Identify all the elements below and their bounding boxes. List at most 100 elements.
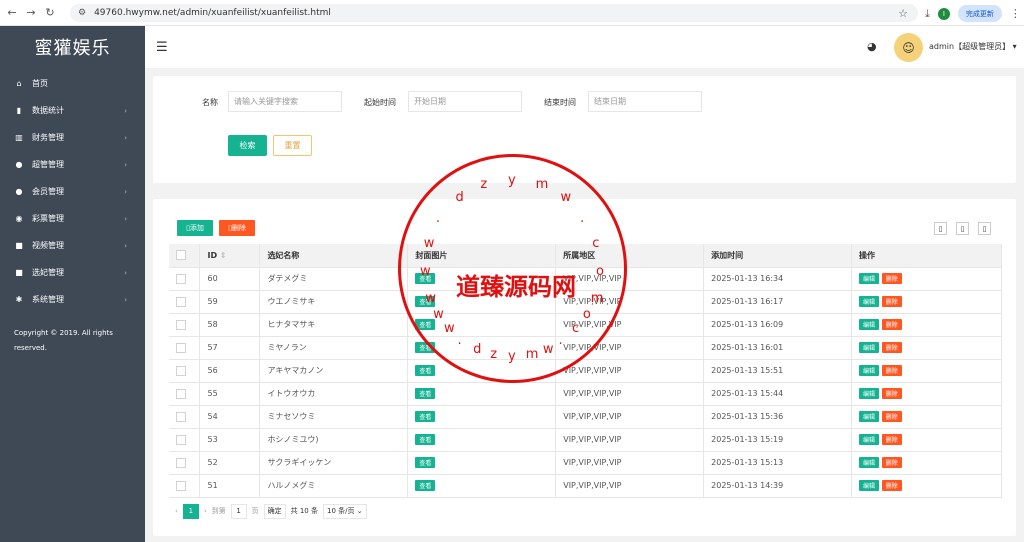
delete-button[interactable]: 删除 (881, 273, 902, 284)
row-checkbox[interactable] (176, 388, 186, 399)
row-checkbox[interactable] (176, 480, 186, 491)
delete-button[interactable]: 删除 (881, 388, 902, 399)
edit-button[interactable]: 编辑 (859, 480, 880, 491)
chevron-right-icon: › (124, 241, 127, 250)
sidebar-item-4[interactable]: ● 会员管理 › (0, 178, 145, 205)
edit-button[interactable]: 编辑 (859, 457, 880, 468)
row-select-cell[interactable] (169, 428, 201, 452)
row-select-cell[interactable] (169, 313, 201, 337)
header-id[interactable]: ID ⇕ (199, 244, 261, 268)
batch-delete-button[interactable]: ▯ 删除 (219, 220, 255, 236)
user-menu[interactable]: admin【超级管理员】 ▾ (929, 41, 1017, 52)
page-current[interactable]: 1 (182, 503, 199, 519)
sort-icon[interactable]: ⇕ (220, 251, 227, 260)
row-region: VIP,VIP,VIP,VIP (555, 382, 705, 406)
edit-button[interactable]: 编辑 (859, 296, 880, 307)
reload-icon[interactable]: ↻ (43, 6, 57, 20)
row-select-cell[interactable] (169, 267, 201, 291)
row-select-cell[interactable] (169, 474, 201, 498)
row-time: 2025-01-13 15:44 (703, 382, 853, 406)
row-checkbox[interactable] (176, 365, 186, 376)
profile-avatar[interactable]: I (937, 7, 950, 20)
row-checkbox[interactable] (176, 319, 186, 330)
row-select-cell[interactable] (169, 336, 201, 360)
page-size-select[interactable]: 10 条/页 ⌄ (322, 503, 367, 519)
delete-button[interactable]: 删除 (881, 296, 902, 307)
site-info-icon[interactable]: ⚙ (78, 8, 86, 18)
row-select-cell[interactable] (169, 451, 201, 475)
row-checkbox[interactable] (176, 434, 186, 445)
edit-button[interactable]: 编辑 (859, 411, 880, 422)
delete-button[interactable]: 删除 (881, 342, 902, 353)
edit-button[interactable]: 编辑 (859, 434, 880, 445)
download-icon[interactable]: ⤓ (925, 7, 930, 21)
row-checkbox[interactable] (176, 273, 186, 284)
row-select-cell[interactable] (169, 359, 201, 383)
view-cover-button[interactable]: 查看 (415, 296, 436, 307)
edit-button[interactable]: 编辑 (859, 273, 880, 284)
delete-button[interactable]: 删除 (881, 411, 902, 422)
prev-page-icon[interactable]: ‹ (175, 507, 178, 515)
add-button[interactable]: ▯ 添加 (177, 220, 213, 236)
print-icon[interactable]: ▯ (978, 222, 991, 235)
bookmark-star-icon[interactable]: ☆ (898, 7, 908, 20)
sidebar-item-0[interactable]: ⌂ 首页 (0, 70, 145, 97)
edit-button[interactable]: 编辑 (859, 388, 880, 399)
edit-button[interactable]: 编辑 (859, 342, 880, 353)
start-date-input[interactable]: 开始日期 (408, 91, 522, 112)
confirm-button[interactable]: 确定 (263, 503, 286, 519)
update-button[interactable]: 完成更新 (957, 5, 1002, 22)
edit-button[interactable]: 编辑 (859, 365, 880, 376)
sidebar-item-7[interactable]: ■ 选妃管理 › (0, 259, 145, 286)
view-cover-button[interactable]: 查看 (415, 434, 436, 445)
view-cover-button[interactable]: 查看 (415, 457, 436, 468)
theme-palette-icon[interactable]: ◕ (867, 40, 877, 53)
row-checkbox[interactable] (176, 457, 186, 468)
view-cover-button[interactable]: 查看 (415, 411, 436, 422)
sidebar-item-5[interactable]: ◉ 彩票管理 › (0, 205, 145, 232)
row-time: 2025-01-13 16:34 (703, 267, 853, 291)
sidebar-item-8[interactable]: ✱ 系统管理 › (0, 286, 145, 313)
sidebar-item-3[interactable]: ● 超管管理 › (0, 151, 145, 178)
sidebar-item-1[interactable]: ▮ 数据统计 › (0, 97, 145, 124)
delete-button[interactable]: 删除 (881, 480, 902, 491)
browser-menu-icon[interactable]: ⋮ (1010, 7, 1021, 20)
row-checkbox[interactable] (176, 296, 186, 307)
avatar[interactable]: ☺ (894, 33, 923, 62)
search-button[interactable]: 检索 (228, 135, 267, 156)
view-cover-button[interactable]: 查看 (415, 388, 436, 399)
name-input[interactable]: 请输入关键字搜索 (228, 91, 342, 112)
row-select-cell[interactable] (169, 405, 201, 429)
delete-button[interactable]: 删除 (881, 319, 902, 330)
address-bar[interactable]: ⚙ 49760.hwymw.net/admin/xuanfeilist/xuan… (70, 4, 918, 22)
delete-button[interactable]: 删除 (881, 457, 902, 468)
reset-button[interactable]: 重置 (273, 135, 312, 156)
row-checkbox[interactable] (176, 411, 186, 422)
columns-filter-icon[interactable]: ▯ (934, 222, 947, 235)
view-cover-button[interactable]: 查看 (415, 480, 436, 491)
menu-toggle-icon[interactable]: ☰ (156, 40, 168, 55)
sidebar-item-2[interactable]: ▥ 财务管理 › (0, 124, 145, 151)
back-icon[interactable]: ← (5, 6, 19, 20)
row-select-cell[interactable] (169, 382, 201, 406)
sidebar-item-6[interactable]: ■ 视频管理 › (0, 232, 145, 259)
next-page-icon[interactable]: › (204, 507, 207, 515)
row-id: 59 (199, 290, 261, 314)
select-all-header[interactable] (169, 244, 201, 268)
delete-button[interactable]: 删除 (881, 365, 902, 376)
end-date-input[interactable]: 结束日期 (588, 91, 702, 112)
bank-icon: ▥ (15, 133, 23, 142)
edit-button[interactable]: 编辑 (859, 319, 880, 330)
delete-button[interactable]: 删除 (881, 434, 902, 445)
page-input[interactable]: 1 (230, 503, 247, 519)
view-cover-button[interactable]: 查看 (415, 319, 436, 330)
export-icon[interactable]: ▯ (956, 222, 969, 235)
row-checkbox[interactable] (176, 342, 186, 353)
view-cover-button[interactable]: 查看 (415, 342, 436, 353)
row-actions: 编辑 删除 (851, 451, 1002, 475)
view-cover-button[interactable]: 查看 (415, 273, 436, 284)
view-cover-button[interactable]: 查看 (415, 365, 436, 376)
select-all-checkbox[interactable] (176, 250, 186, 261)
row-select-cell[interactable] (169, 290, 201, 314)
forward-icon[interactable]: → (24, 6, 38, 20)
